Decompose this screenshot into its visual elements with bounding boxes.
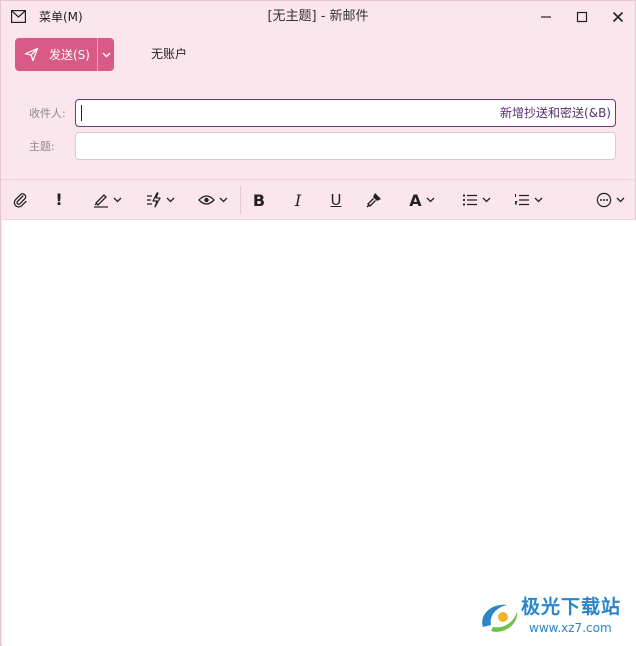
signature-icon: [93, 194, 108, 208]
signature-button[interactable]: [87, 190, 127, 210]
more-icon: [596, 192, 611, 208]
format-toolbar: ! B I U A: [1, 179, 635, 219]
watermark-logo-icon: [482, 604, 518, 632]
maximize-icon: [576, 11, 588, 23]
chevron-down-icon: [166, 197, 174, 203]
bold-button[interactable]: B: [251, 190, 267, 210]
paperclip-icon: [13, 193, 27, 208]
underline-icon: U: [330, 191, 342, 209]
to-field[interactable]: 新增抄送和密送(&B): [75, 99, 616, 127]
chevron-down-icon: [534, 197, 542, 203]
send-label: 发送(S): [49, 48, 90, 62]
view-options-button[interactable]: [193, 190, 233, 210]
close-icon: [612, 11, 624, 23]
subject-label: 主题:: [29, 140, 55, 153]
chevron-down-icon: [219, 197, 228, 203]
bullet-list-button[interactable]: [457, 190, 495, 210]
lightning-icon: [146, 192, 161, 208]
message-body-editor[interactable]: [2, 219, 636, 646]
title-bar: 菜单(M) [无主题] - 新邮件: [1, 1, 635, 33]
watermark-url: www.xz7.com: [529, 621, 612, 635]
font-color-button[interactable]: A: [403, 190, 441, 210]
more-options-button[interactable]: [591, 190, 629, 210]
italic-button[interactable]: I: [290, 190, 306, 210]
chevron-down-icon: [113, 197, 121, 203]
watermark-brand: 极光下载站: [521, 596, 622, 618]
bullet-list-icon: [462, 194, 477, 206]
send-icon: [24, 47, 39, 62]
font-color-icon: A: [409, 190, 422, 210]
send-options-button[interactable]: [97, 38, 114, 71]
chevron-down-icon: [482, 197, 490, 203]
toolbar-divider: [240, 186, 241, 214]
underline-button[interactable]: U: [327, 190, 345, 210]
numbered-list-button[interactable]: [509, 190, 547, 210]
chevron-down-icon: [102, 52, 110, 57]
numbered-list-icon: [514, 194, 529, 206]
importance-button[interactable]: !: [51, 190, 67, 210]
exclamation-icon: !: [55, 190, 63, 209]
account-selector[interactable]: 无账户: [151, 46, 187, 62]
eye-icon: [198, 195, 215, 205]
chevron-down-icon: [616, 197, 624, 203]
attach-button[interactable]: [11, 190, 29, 210]
subject-field[interactable]: [75, 132, 616, 160]
minimize-button[interactable]: [535, 7, 557, 27]
watermark: 极光下载站 www.xz7.com: [475, 595, 635, 641]
to-label: 收件人:: [29, 107, 66, 120]
maximize-button[interactable]: [571, 7, 593, 27]
chevron-down-icon: [426, 197, 435, 203]
format-painter-button[interactable]: [365, 190, 383, 210]
paintbrush-icon: [366, 193, 381, 208]
quick-actions-button[interactable]: [141, 190, 179, 210]
minimize-icon: [541, 16, 551, 18]
compose-window: 菜单(M) [无主题] - 新邮件 发送(S) 无账户 收件人: 新增抄送和密送…: [0, 0, 636, 646]
italic-icon: I: [294, 190, 302, 210]
send-button[interactable]: 发送(S): [15, 38, 97, 71]
text-caret: [81, 105, 82, 121]
add-cc-bcc-link[interactable]: 新增抄送和密送(&B): [500, 106, 611, 120]
close-button[interactable]: [607, 7, 629, 27]
bold-icon: B: [252, 190, 266, 210]
